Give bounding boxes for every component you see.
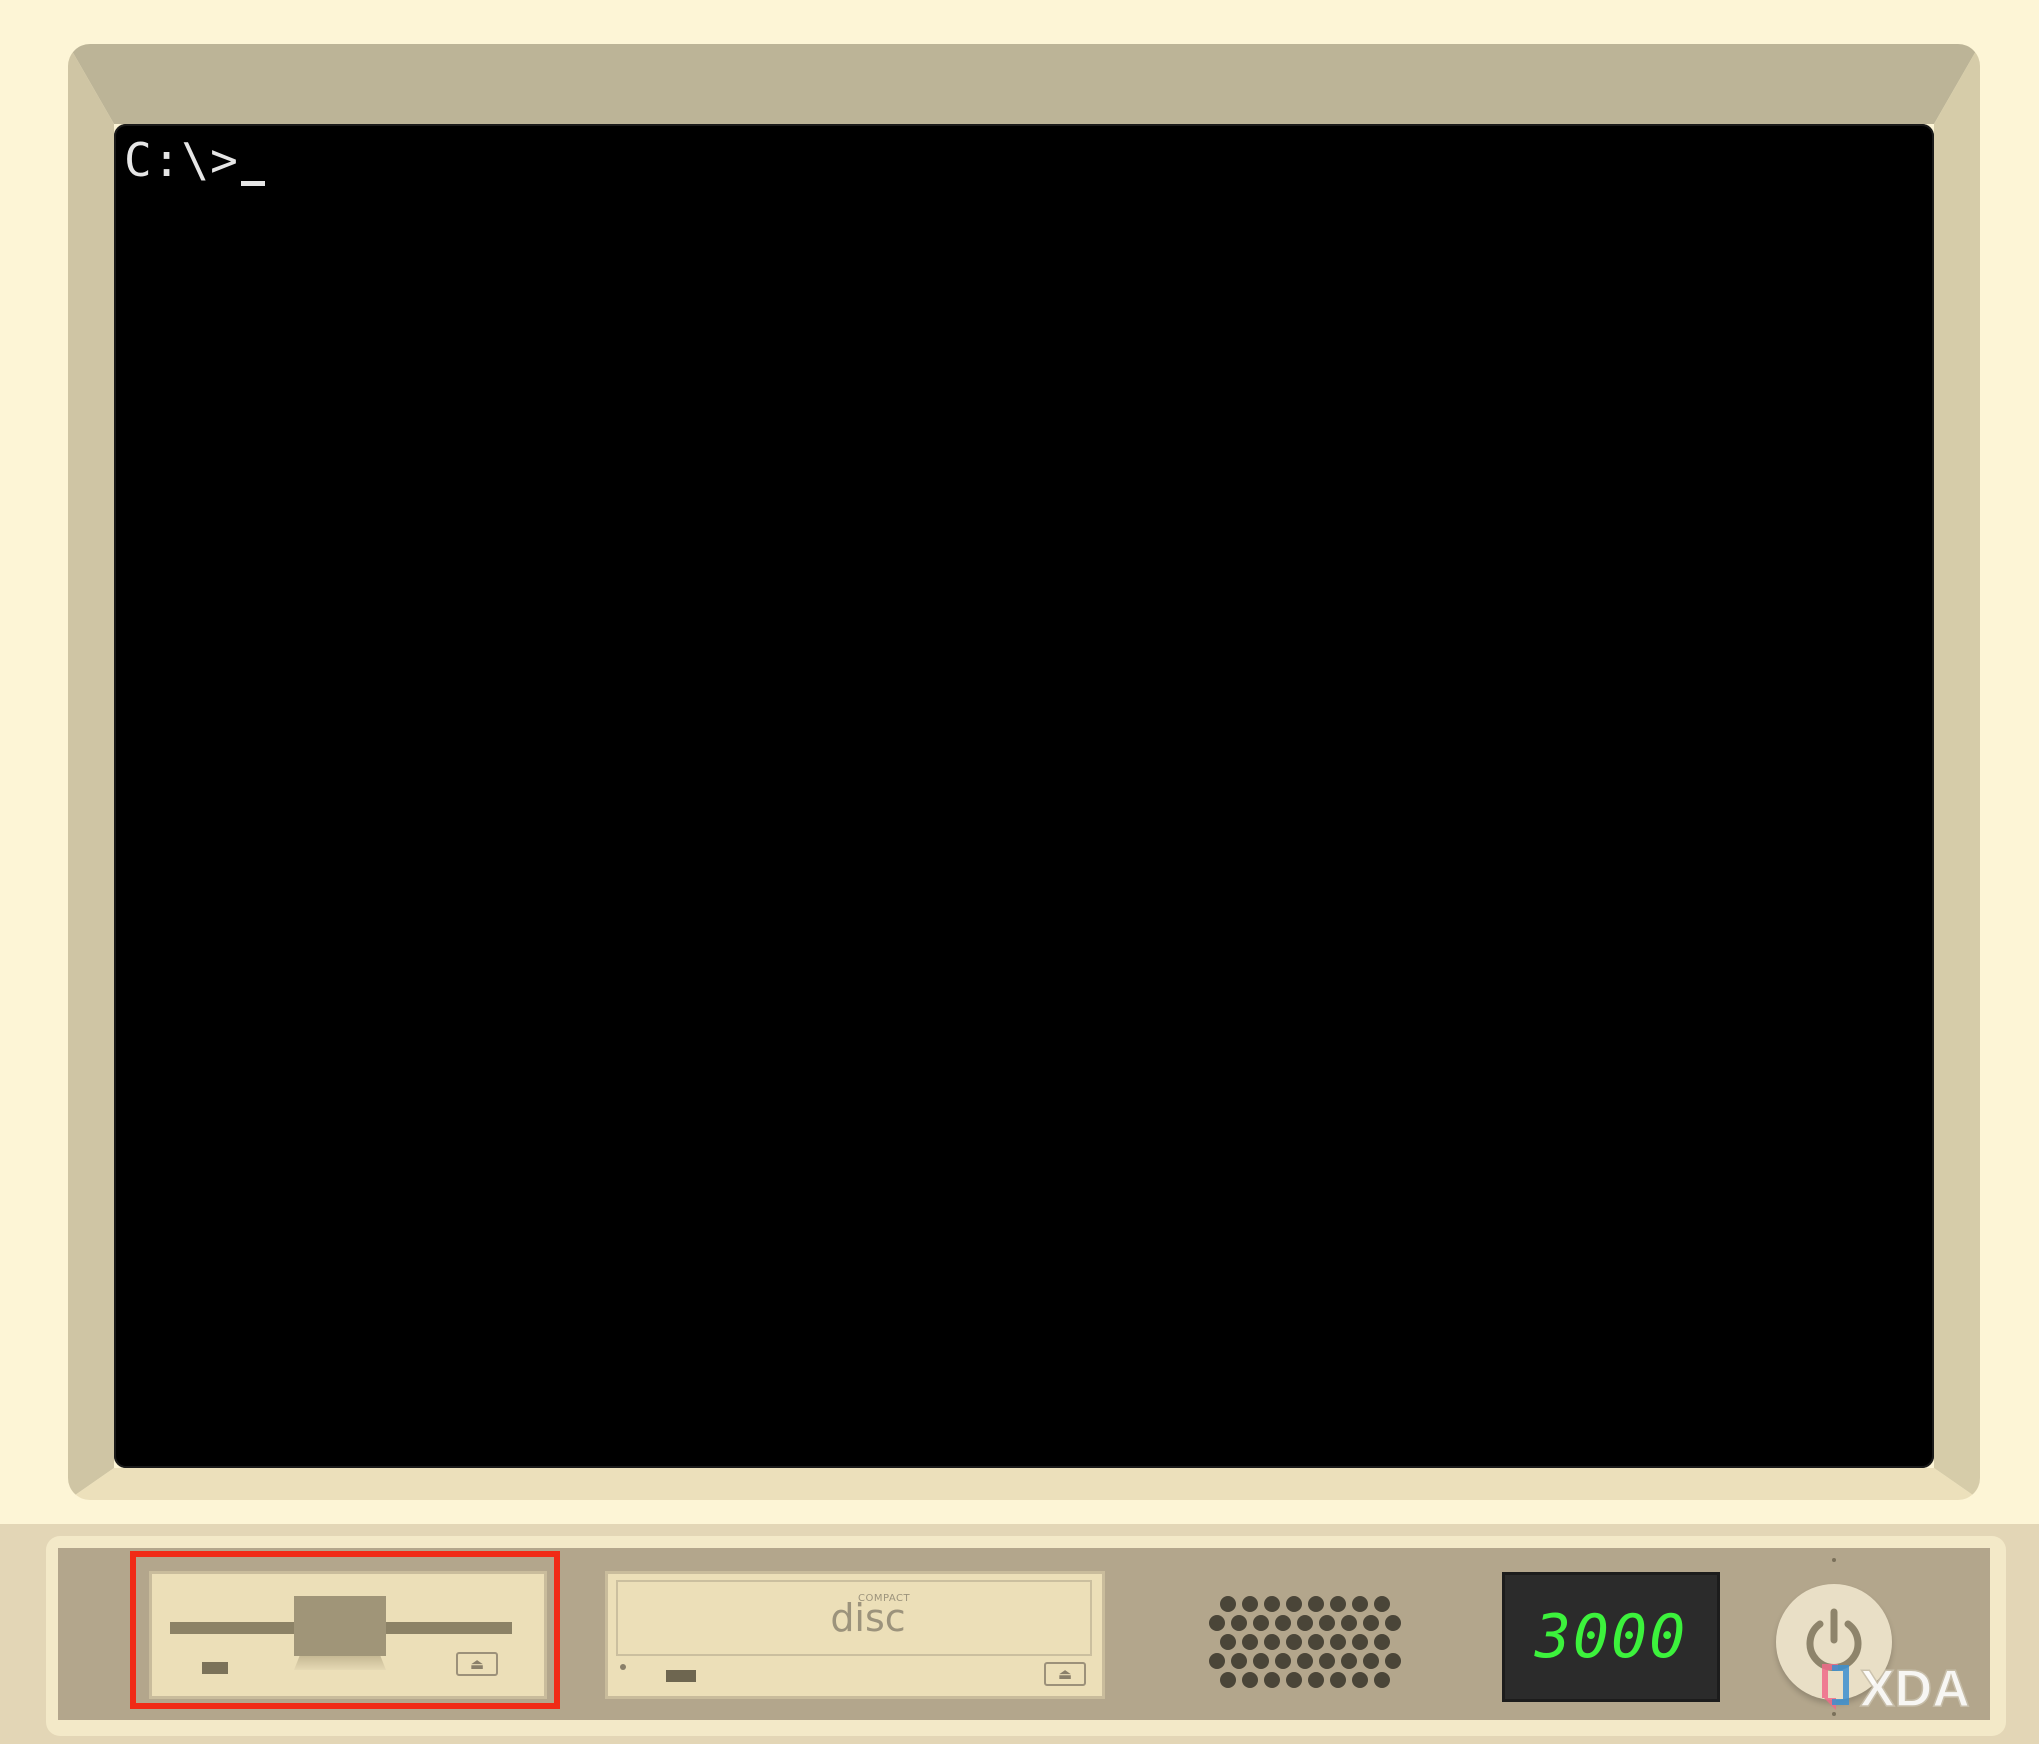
cdrom-dot xyxy=(620,1664,626,1670)
terminal-screen[interactable]: C:\> xyxy=(114,124,1934,1468)
cdrom-drive[interactable]: COMPACT disc ⏏ xyxy=(608,1574,1102,1696)
compact-disc-logo-big: disc xyxy=(830,1596,906,1640)
prompt-text: C:\> xyxy=(124,133,239,187)
cdrom-tray[interactable]: COMPACT disc xyxy=(616,1580,1092,1656)
cdrom-led xyxy=(666,1670,696,1682)
compact-disc-logo: COMPACT disc xyxy=(828,1594,909,1640)
base-frame: ⏏ COMPACT disc ⏏ 3000 xyxy=(46,1536,2006,1736)
digital-display: 3000 xyxy=(1502,1572,1720,1702)
monitor: C:\> xyxy=(68,44,1980,1500)
command-prompt: C:\> xyxy=(124,132,265,188)
retro-computer-page: C:\> ⏏ COMPACT disc ⏏ 3000 XDA xyxy=(0,0,2039,1744)
cdrom-eject-button[interactable]: ⏏ xyxy=(1044,1662,1086,1686)
floppy-highlight-box xyxy=(130,1551,560,1709)
xda-watermark-logo: XDA xyxy=(1822,1659,1971,1719)
speaker-grille xyxy=(1209,1596,1401,1688)
watermark-text: XDA xyxy=(1860,1660,1970,1718)
text-cursor xyxy=(240,181,265,186)
display-value: 3000 xyxy=(1534,1602,1688,1672)
computer-base: ⏏ COMPACT disc ⏏ 3000 xyxy=(0,1524,2039,1744)
power-indicator-dot-top xyxy=(1832,1558,1836,1562)
front-panel: ⏏ COMPACT disc ⏏ 3000 xyxy=(58,1548,1990,1720)
